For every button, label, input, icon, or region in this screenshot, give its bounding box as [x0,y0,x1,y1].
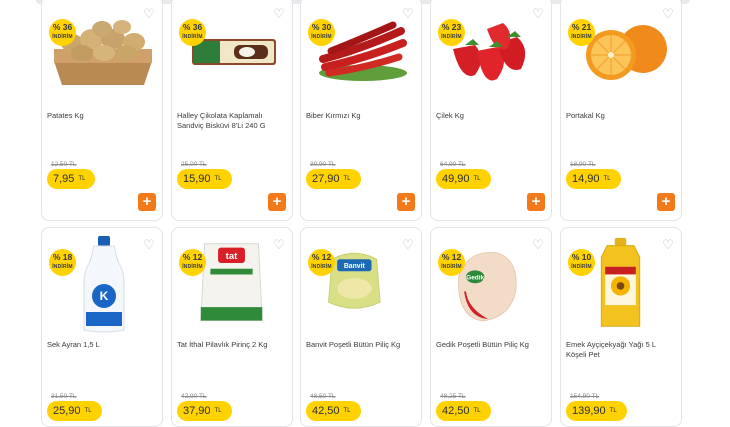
add-to-cart-button[interactable]: + [527,193,545,211]
product-name[interactable]: Banvit Poşetli Bütün Piliç Kg [306,340,418,350]
discount-badge: % 12 İNDİRİM [179,249,206,276]
add-to-cart-button[interactable]: + [657,193,675,211]
discount-badge: % 18 İNDİRİM [49,249,76,276]
product-card[interactable]: ♡ % 21 İNDİRİM Portakal Kg 18,90 TL 14,90… [560,0,682,221]
product-card[interactable]: ♡ Gedik % 12 İNDİRİM Gedik Poşetli Bütün … [430,227,552,427]
svg-text:Banvit: Banvit [344,263,366,270]
product-card[interactable]: ♡ % 36 İNDİRİM Patates Kg 12,50 TL 7,95 TL… [41,0,163,221]
price-badge: 42,50 TL [306,401,361,421]
discount-badge: % 12 İNDİRİM [438,249,465,276]
add-to-cart-button[interactable]: + [397,193,415,211]
old-price: 18,90 TL [570,161,596,168]
add-to-cart-button[interactable]: + [138,193,156,211]
old-price: 25,00 TL [181,161,207,168]
old-price: 154,90 TL [570,393,600,400]
svg-text:tat: tat [226,251,239,262]
product-name[interactable]: Halley Çikolata Kaplamalı Sandviç Bisküv… [177,111,289,131]
product-card[interactable]: ♡ % 10 İNDİRİM Emek Ayçiçekyağı Yağı 5 L … [560,227,682,427]
product-name[interactable]: Emek Ayçiçekyağı Yağı 5 L Köşeli Pet [566,340,678,360]
price-badge: 25,90 TL [47,401,102,421]
svg-text:Gedik: Gedik [466,275,484,282]
product-card[interactable]: ♡ % 23 İNDİRİM Çilek Kg 64,90 TL 49,90 TL … [430,0,552,221]
svg-text:K: K [100,289,109,303]
product-name[interactable]: Portakal Kg [566,111,678,121]
product-grid: ♡ % 36 İNDİRİM Patates Kg 12,50 TL 7,95 TL… [0,0,730,427]
product-card[interactable]: ♡ % 30 İNDİRİM Biber Kırmızı Kg 39,90 TL … [300,0,422,221]
product-card[interactable]: ♡ K % 18 İNDİRİM Sek Ayran 1,5 L 31,50 TL… [41,227,163,427]
price-badge: 37,90 TL [177,401,232,421]
product-card[interactable]: ♡ % 36 İNDİRİM Halley Çikolata Kaplamalı … [171,0,293,221]
discount-badge: % 23 İNDİRİM [438,19,465,46]
product-name[interactable]: Gedik Poşetli Bütün Piliç Kg [436,340,548,350]
price-badge: 27,90 TL [306,169,361,189]
old-price: 48,25 TL [440,393,466,400]
old-price: 39,90 TL [310,161,336,168]
price-badge: 15,90 TL [177,169,232,189]
discount-badge: % 36 İNDİRİM [179,19,206,46]
discount-badge: % 30 İNDİRİM [308,19,335,46]
product-card[interactable]: ♡ tat % 12 İNDİRİM Tat İthal Pilavlık Pir… [171,227,293,427]
old-price: 12,50 TL [51,161,77,168]
add-to-cart-button[interactable]: + [268,193,286,211]
price-badge: 42,50 TL [436,401,491,421]
product-name[interactable]: Patates Kg [47,111,159,121]
discount-badge: % 10 İNDİRİM [568,249,595,276]
product-name[interactable]: Biber Kırmızı Kg [306,111,418,121]
discount-badge: % 12 İNDİRİM [308,249,335,276]
price-badge: 49,90 TL [436,169,491,189]
old-price: 42,90 TL [181,393,207,400]
old-price: 48,50 TL [310,393,336,400]
product-name[interactable]: Sek Ayran 1,5 L [47,340,159,350]
product-card[interactable]: ♡ Banvit % 12 İNDİRİM Banvit Poşetli Bütü… [300,227,422,427]
old-price: 31,50 TL [51,393,77,400]
old-price: 64,90 TL [440,161,466,168]
price-badge: 139,90 TL [566,401,627,421]
product-name[interactable]: Çilek Kg [436,111,548,121]
price-badge: 14,90 TL [566,169,621,189]
discount-badge: % 21 İNDİRİM [568,19,595,46]
price-badge: 7,95 TL [47,169,96,189]
product-name[interactable]: Tat İthal Pilavlık Pirinç 2 Kg [177,340,289,350]
discount-badge: % 36 İNDİRİM [49,19,76,46]
